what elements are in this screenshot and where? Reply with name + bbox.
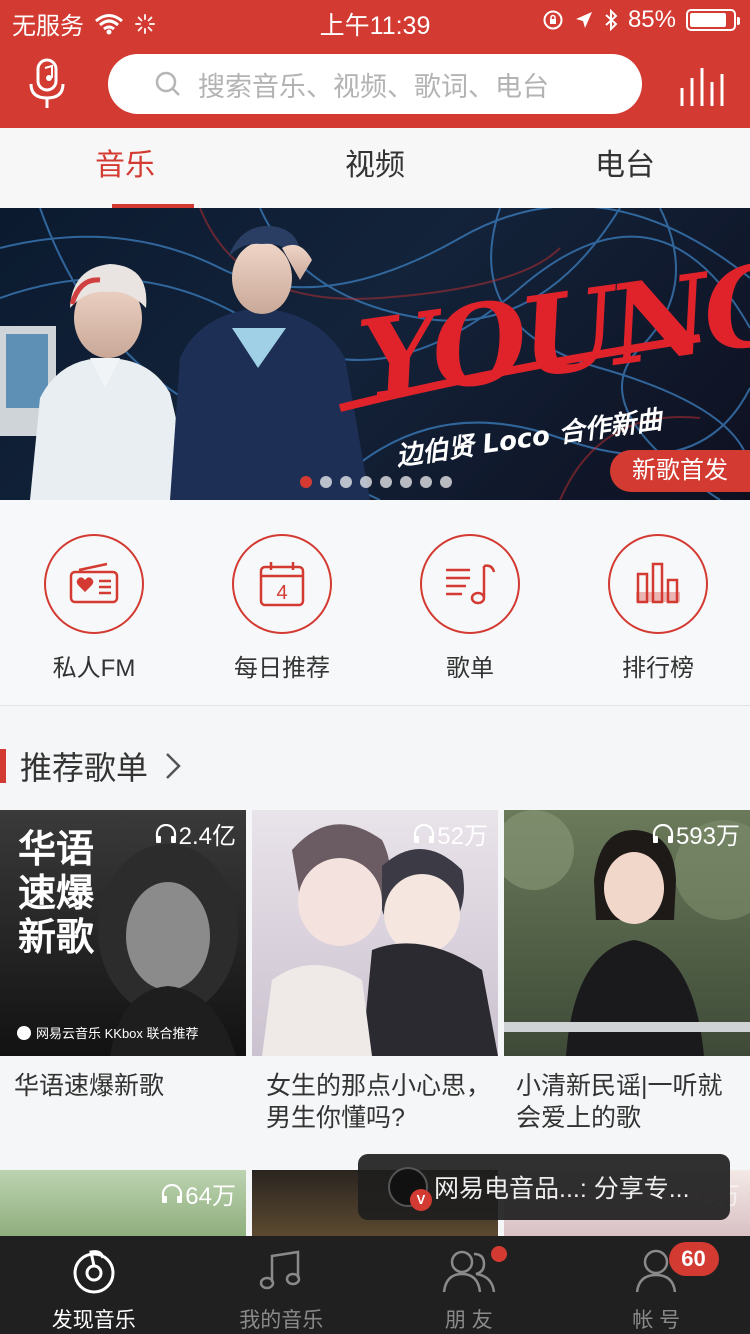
pagination-dot[interactable]	[300, 476, 312, 488]
top-tabs: 音乐 视频 电台	[0, 128, 750, 208]
tab-music[interactable]: 音乐	[0, 128, 250, 208]
shortcut-private-fm[interactable]: 私人FM	[34, 534, 154, 683]
location-arrow-icon	[575, 12, 592, 28]
section-title: 推荐歌单	[20, 750, 149, 786]
nav-label: 帐 号	[632, 1309, 681, 1332]
discover-music-icon	[73, 1250, 115, 1294]
nav-label: 发现音乐	[51, 1309, 136, 1332]
play-count: 52万	[413, 816, 488, 851]
rotation-lock-icon	[543, 10, 563, 30]
bluetooth-icon	[605, 9, 618, 31]
play-count-value: 593万	[675, 823, 740, 850]
playlist-title: 小清新民谣|一听就会爱上的歌	[516, 1072, 723, 1132]
tab-video[interactable]: 视频	[250, 128, 500, 208]
section-header[interactable]: 推荐歌单	[0, 736, 182, 796]
cover-text-line: 新歌	[18, 917, 95, 959]
pagination-dot[interactable]	[360, 476, 372, 488]
banner-pagination	[300, 476, 452, 488]
calendar-icon: 4	[259, 562, 305, 607]
ranking-bars-icon	[636, 562, 680, 604]
shortcut-label: 每日推荐	[234, 655, 330, 682]
bottom-nav: 发现音乐 我的音乐 朋 友 60 帐 号	[0, 1236, 750, 1334]
search-input[interactable]: 搜索音乐、视频、歌词、电台	[108, 54, 642, 114]
section-accent-bar	[0, 749, 6, 783]
banner-tag: 新歌首发	[610, 450, 750, 492]
cover-footer-text: 网易云音乐 KKbox 联合推荐	[36, 1026, 199, 1041]
shortcut-daily-recommend[interactable]: 4 每日推荐	[222, 534, 342, 683]
battery-icon	[686, 9, 740, 31]
shortcut-label: 歌单	[446, 655, 494, 682]
radio-heart-icon	[69, 562, 119, 604]
music-note-icon	[260, 1250, 301, 1290]
nav-label: 我的音乐	[239, 1309, 324, 1332]
friends-icon	[442, 1250, 495, 1293]
playlist-title: 女生的那点小心思，男生你懂吗?	[266, 1072, 492, 1132]
play-count: 593万	[652, 816, 740, 851]
pagination-dot[interactable]	[320, 476, 332, 488]
play-count-value: 52万	[437, 823, 488, 850]
cover-text-line: 速爆	[18, 873, 95, 915]
now-playing-bars-icon[interactable]	[680, 66, 724, 106]
status-bar: 无服务 上午11:39 85%	[0, 0, 750, 40]
notification-dot	[491, 1246, 507, 1262]
search-placeholder: 搜索音乐、视频、歌词、电台	[198, 71, 549, 102]
nav-account[interactable]: 60 帐 号	[563, 1236, 750, 1334]
verified-v-icon: V	[410, 1189, 432, 1211]
search-icon	[155, 71, 180, 96]
shortcut-ranking[interactable]: 排行榜	[598, 534, 718, 683]
play-count-value: 2.4亿	[178, 823, 236, 850]
shortcut-label: 排行榜	[622, 655, 694, 682]
playlist-title: 华语速爆新歌	[14, 1072, 165, 1100]
headphones-icon	[162, 1183, 183, 1203]
chevron-right-icon	[166, 753, 181, 779]
shortcut-row: 私人FM 4 每日推荐 歌单 排行榜	[0, 500, 750, 706]
pagination-dot[interactable]	[400, 476, 412, 488]
pagination-dot[interactable]	[420, 476, 432, 488]
headphones-icon	[155, 823, 176, 843]
play-count: 64万	[161, 1176, 236, 1211]
avatar: V	[388, 1167, 432, 1211]
headphones-icon	[414, 823, 435, 843]
nav-my-music[interactable]: 我的音乐	[188, 1236, 376, 1334]
battery-percent: 85%	[627, 6, 676, 33]
headphones-icon	[652, 823, 674, 843]
cover-text-line: 华语	[18, 829, 94, 871]
pagination-dot[interactable]	[440, 476, 452, 488]
toast-text: 网易电音品...: 分享专...	[434, 1175, 690, 1203]
header: 无服务 上午11:39 85% 搜索音乐、视频、歌词、电台	[0, 0, 750, 128]
app-screen: 无服务 上午11:39 85% 搜索音乐、视频、歌词、电台 音乐 视频 电台 Y…	[0, 0, 750, 1334]
shortcut-label: 私人FM	[52, 655, 136, 682]
play-count-value: 64万	[185, 1183, 236, 1210]
playlist-icon	[446, 564, 496, 605]
pagination-dot[interactable]	[380, 476, 392, 488]
nav-friends[interactable]: 朋 友	[375, 1236, 563, 1334]
share-toast[interactable]: V 网易电音品...: 分享专...	[358, 1154, 730, 1220]
play-count: 2.4亿	[155, 816, 236, 851]
account-badge: 60	[668, 1242, 719, 1276]
nav-discover[interactable]: 发现音乐	[0, 1236, 188, 1334]
tab-radio[interactable]: 电台	[500, 128, 750, 208]
calendar-day-number: 4	[276, 582, 287, 604]
nav-label: 朋 友	[444, 1309, 493, 1332]
microphone-icon[interactable]	[28, 58, 68, 110]
pagination-dot[interactable]	[340, 476, 352, 488]
shortcut-playlist[interactable]: 歌单	[410, 534, 530, 683]
